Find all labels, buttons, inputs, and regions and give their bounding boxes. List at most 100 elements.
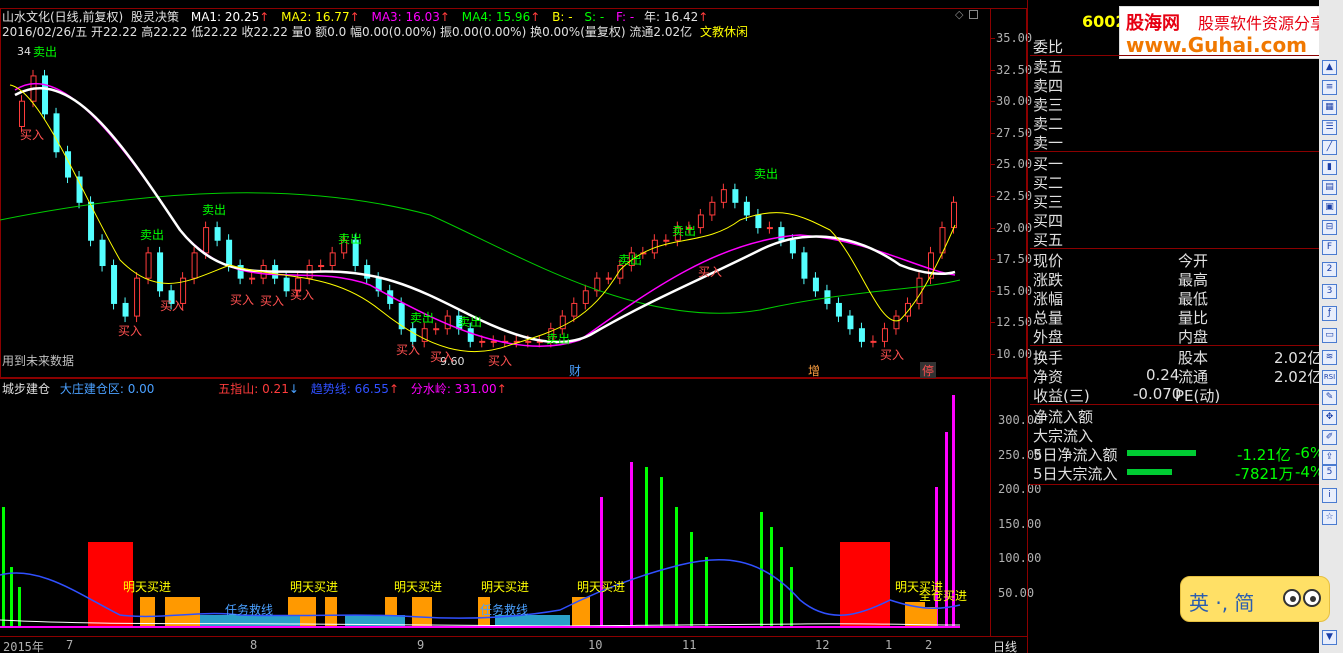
f2-icon[interactable]: 2 [1322, 262, 1337, 277]
compare-icon[interactable]: ⊟ [1322, 220, 1337, 235]
trend-icon[interactable]: ╱ [1322, 140, 1337, 155]
x-axis-line [0, 636, 1027, 637]
buy-signal: 买入 [290, 288, 315, 302]
list-icon[interactable]: ☰ [1322, 120, 1337, 135]
draw-icon[interactable]: ✐ [1322, 430, 1337, 445]
buy-signal: 买入 [396, 343, 421, 357]
indicator-block [572, 597, 590, 627]
window-icon[interactable]: ▭ [1322, 328, 1337, 343]
rsi-icon[interactable]: RSI [1322, 370, 1337, 385]
ma1-value: MA1: 20.25 [190, 10, 260, 24]
candle-body [249, 277, 256, 280]
candle-body [111, 265, 118, 304]
grid-icon[interactable]: ▤ [1322, 180, 1337, 195]
scroll-down-icon[interactable]: ▼ [1322, 630, 1337, 645]
indicator-bar [690, 532, 693, 627]
indicator-block [325, 597, 337, 627]
candle-body [778, 227, 785, 241]
buy-signal: 买入 [698, 265, 723, 279]
net5-label: 5日净流入额 [1033, 446, 1118, 464]
buy-signal: 买入 [880, 348, 905, 362]
candle-body [145, 252, 152, 279]
ime-status[interactable]: 英 ·, 简 [1189, 587, 1254, 616]
indicator-block [140, 597, 155, 627]
year-arrow: ↑ [698, 10, 709, 24]
indicator-block [108, 542, 124, 627]
main-y-tick-mark [990, 38, 995, 39]
buy-signal: 买入 [160, 299, 185, 313]
sell5-label: 卖五 [1033, 58, 1064, 76]
suspension-marker[interactable]: 停 [920, 362, 937, 379]
kline-icon[interactable]: ▮ [1322, 160, 1337, 175]
sell-signal: 卖出 [33, 45, 58, 59]
buy-signal: 买入 [488, 354, 513, 368]
export-icon[interactable]: ⇪ [1322, 450, 1337, 465]
chart2-icon[interactable]: ≋ [1322, 350, 1337, 365]
table-icon[interactable]: ▦ [1322, 100, 1337, 115]
x-tick: 10 [588, 638, 603, 652]
zone-value: 大庄建仓区: 0.00 [59, 382, 155, 396]
main-y-tick-mark [990, 69, 995, 71]
big5-label: 5日大宗流入 [1033, 465, 1118, 483]
waipan-label: 外盘 [1033, 328, 1064, 346]
watermark-brand: 股海网 [1126, 13, 1180, 34]
buy2-label: 买二 [1033, 174, 1064, 192]
increase-event-marker[interactable]: 增 [808, 362, 820, 379]
indicator-block [860, 542, 888, 627]
period-label[interactable]: 日线 [993, 638, 1017, 653]
ma4-arrow: ↑ [530, 10, 541, 24]
fsl-arrow: ↑ [496, 382, 507, 396]
sell-signal: 卖出 [140, 228, 165, 242]
fx-icon[interactable]: ƒ [1322, 306, 1337, 321]
candle-body [53, 113, 60, 153]
candle-body [605, 277, 612, 280]
jingzi-label: 净资 [1033, 368, 1064, 386]
f5-icon[interactable]: 5 [1322, 465, 1337, 480]
minute-icon[interactable]: ▣ [1322, 200, 1337, 215]
indicator-bar [780, 547, 783, 627]
indicator-block [412, 597, 432, 627]
sub-y-tick: 50.00 [998, 586, 1035, 600]
f-value: F: - [616, 10, 635, 24]
candle-body [697, 214, 704, 229]
info-icon[interactable]: i [1322, 488, 1337, 503]
scroll-up-icon[interactable]: ▲ [1322, 60, 1337, 75]
sell-signal: 卖出 [458, 315, 483, 329]
big5-bar [1127, 469, 1172, 475]
f3-icon[interactable]: 3 [1322, 284, 1337, 299]
ma3-value: MA3: 16.03 [371, 10, 440, 24]
s-value: S: - [584, 10, 605, 24]
ime-toolbar[interactable]: 英 ·, 简 [1180, 576, 1330, 622]
candle-body [950, 201, 957, 229]
candle-body [318, 265, 325, 268]
f10-icon[interactable]: F [1322, 240, 1337, 255]
ma1-line [14, 87, 956, 344]
liangbi-label: 量比 [1178, 309, 1209, 327]
candle-body [433, 328, 440, 331]
candle-body [134, 277, 141, 317]
indicator-bar [935, 487, 938, 627]
buy4-label: 买四 [1033, 212, 1064, 230]
candle-body [732, 189, 739, 203]
restore-icon[interactable]: ◇ [955, 8, 963, 21]
maximize-icon[interactable] [969, 10, 978, 19]
candle-body [490, 340, 497, 343]
chart-icon[interactable]: ≡ [1322, 80, 1337, 95]
price-chart[interactable] [0, 30, 990, 375]
trend-arrow: ↑ [388, 382, 399, 396]
main-y-tick-mark [990, 227, 995, 229]
wzs-arrow: ↓ [288, 382, 299, 396]
quote-divider [1030, 345, 1320, 346]
star-icon[interactable]: ☆ [1322, 510, 1337, 525]
finance-event-marker[interactable]: 财 [569, 362, 581, 379]
stock-chart-window: 山水文化(日线,前复权) 股灵决策 MA1: 20.25↑ MA2: 16.77… [0, 0, 1343, 653]
sub-y-axis-line [990, 378, 991, 636]
buy1-label: 买一 [1033, 155, 1064, 173]
candle-body [42, 75, 49, 115]
buy-tomorrow-label: 明天买进 [577, 580, 626, 594]
sell-signal: 卖出 [618, 253, 643, 267]
move-icon[interactable]: ✥ [1322, 410, 1337, 425]
x-tick: 11 [682, 638, 697, 652]
net-inflow-label: 净流入额 [1033, 408, 1094, 426]
pen-icon[interactable]: ✎ [1322, 390, 1337, 405]
